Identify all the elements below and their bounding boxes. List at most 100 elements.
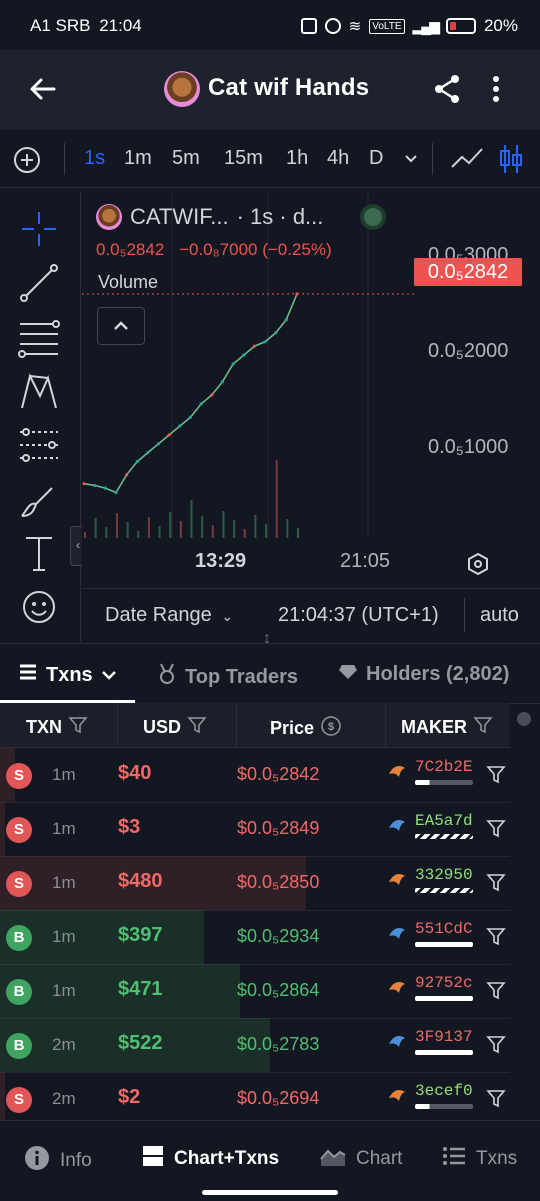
table-row[interactable]: B 1m $471 $0.0₅2864 92752c [0, 964, 510, 1019]
txn-price: $0.0₅2849 [237, 818, 320, 838]
signal-icon: ▂▄▆ [412, 17, 440, 34]
crosshair-icon[interactable] [18, 208, 60, 250]
chevron-down-icon[interactable] [404, 149, 418, 172]
price-point [103, 486, 107, 490]
table-row[interactable]: B 1m $397 $0.0₅2934 551CdC [0, 910, 510, 965]
maker-address[interactable]: 332950 [415, 866, 473, 884]
maker-avatar-icon [387, 762, 407, 782]
timeframe-4h[interactable]: 4h [327, 147, 349, 170]
price-point [263, 340, 267, 344]
maker-balance-bar [415, 834, 473, 839]
date-range-dropdown[interactable]: Date Range ⌄ [105, 604, 233, 627]
table-row[interactable]: B 2m $522 $0.0₅2783 3F9137 [0, 1018, 510, 1073]
column-usd[interactable]: USD [143, 715, 207, 740]
chart-settings-icon[interactable] [466, 552, 490, 576]
add-indicator-icon[interactable] [12, 145, 42, 175]
maker-address[interactable]: 3ecef0 [415, 1082, 473, 1100]
chevron-down-icon: ⌄ [221, 608, 234, 624]
collapse-legend-button[interactable] [97, 307, 145, 345]
trendline-icon[interactable] [18, 262, 60, 304]
tab-top-traders[interactable]: Top Traders [157, 663, 298, 691]
auto-scale-button[interactable]: auto [480, 604, 519, 627]
filter-icon[interactable] [486, 980, 506, 1002]
table-row[interactable]: S 1m $40 $0.0₅2842 7C2b2E [0, 748, 510, 803]
share-icon[interactable] [432, 72, 462, 106]
prediction-icon[interactable] [18, 424, 60, 466]
table-row[interactable]: S 1m $3 $0.0₅2849 EA5a7d [0, 802, 510, 857]
txn-price: $0.0₅2864 [237, 980, 320, 1000]
scrollbar-thumb[interactable] [517, 712, 531, 726]
home-indicator[interactable] [202, 1190, 338, 1195]
filter-icon[interactable] [486, 926, 506, 948]
nav-chart[interactable]: Chart [320, 1145, 402, 1173]
nav-txns[interactable]: Txns [442, 1145, 517, 1173]
pattern-icon[interactable] [18, 370, 60, 412]
nav-info[interactable]: Info [24, 1145, 92, 1177]
volume-bar [137, 531, 140, 538]
volume-bar [286, 519, 289, 538]
maker-avatar-icon [387, 1032, 407, 1052]
tab-holders-label: Holders (2,802) [366, 663, 510, 685]
sell-badge: S [6, 871, 32, 897]
volume-bar [222, 511, 225, 538]
timeframe-15m[interactable]: 15m [224, 147, 263, 170]
price-point [178, 424, 182, 428]
maker-balance-bar [415, 888, 473, 893]
arrow-left-icon[interactable] [26, 72, 60, 106]
sell-badge: S [6, 817, 32, 843]
info-icon [24, 1145, 50, 1177]
column-divider [236, 703, 237, 747]
tab-txns[interactable]: Txns [18, 663, 117, 687]
maker-address[interactable]: 551CdC [415, 920, 473, 938]
volume-bar [233, 520, 236, 538]
maker-address[interactable]: 7C2b2E [415, 758, 473, 776]
tab-holders[interactable]: Holders (2,802) [338, 663, 509, 686]
emoji-icon[interactable] [18, 586, 60, 628]
alarm-icon [324, 18, 341, 34]
filter-icon[interactable] [486, 818, 506, 840]
candlestick-icon[interactable] [498, 143, 524, 175]
table-row[interactable]: S 1m $480 $0.0₅2850 332950 [0, 856, 510, 911]
nav-txns-label: Txns [476, 1148, 518, 1169]
table-row[interactable]: S 2m $2 $0.0₅2694 3ecef0 [0, 1072, 510, 1127]
resize-icon[interactable]: ↕ [263, 630, 271, 648]
volume-bar [169, 512, 172, 538]
timeframe-5m[interactable]: 5m [172, 147, 200, 170]
volume-bar [84, 532, 86, 538]
filter-icon[interactable] [486, 1088, 506, 1110]
date-range-label: Date Range [105, 604, 212, 626]
brush-icon[interactable] [18, 478, 60, 520]
nav-info-label: Info [60, 1150, 92, 1171]
maker-address[interactable]: EA5a7d [415, 812, 473, 830]
filter-icon[interactable] [486, 872, 506, 894]
line-chart-icon[interactable] [450, 147, 484, 171]
timeframe-1h[interactable]: 1h [286, 147, 308, 170]
maker-address[interactable]: 92752c [415, 974, 473, 992]
volume-bar [158, 526, 161, 538]
text-icon[interactable] [18, 532, 60, 574]
more-vertical-icon[interactable] [486, 72, 506, 106]
symbol-avatar [96, 204, 122, 230]
filter-icon[interactable] [486, 1034, 506, 1056]
txn-usd: $3 [118, 816, 141, 838]
column-price[interactable]: Price $ [270, 715, 342, 742]
volume-bar [297, 528, 299, 538]
volume-bar [94, 518, 97, 538]
timeframe-1s[interactable]: 1s [84, 147, 105, 170]
column-txn-label: TXN [26, 717, 62, 737]
maker-address[interactable]: 3F9137 [415, 1028, 473, 1046]
currency-toggle-icon: $ [320, 715, 342, 742]
fib-icon[interactable] [18, 316, 60, 358]
ohlc-readout: 0.0₅2842 −0.0₈7000 (−0.25%) [96, 240, 332, 260]
nav-chart-txns[interactable]: Chart+Txns [142, 1145, 279, 1173]
price-point [156, 442, 161, 446]
filter-icon [187, 715, 207, 740]
column-maker[interactable]: MAKER [401, 715, 493, 740]
filter-icon[interactable] [486, 764, 506, 786]
maker-balance-bar [415, 996, 473, 1001]
timeframe-d[interactable]: D [369, 147, 383, 170]
column-txn[interactable]: TXN [26, 715, 88, 740]
txn-age: 1m [52, 819, 76, 838]
timeframe-1m[interactable]: 1m [124, 147, 152, 170]
list-icon [442, 1145, 466, 1173]
